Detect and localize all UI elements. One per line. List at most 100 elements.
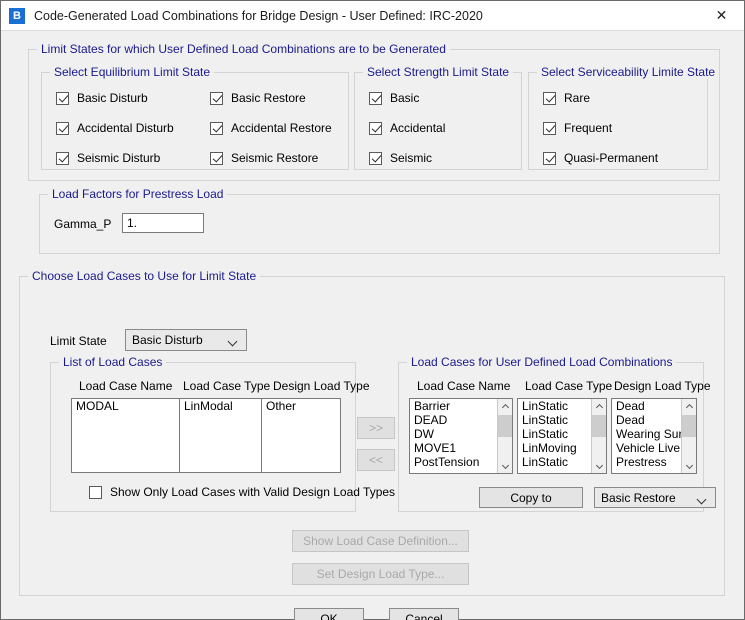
checkbox-accidental-disturb-box[interactable] xyxy=(56,122,69,135)
checkbox-show-only-valid[interactable]: Show Only Load Cases with Valid Design L… xyxy=(89,485,395,499)
scrollbar-thumb[interactable] xyxy=(592,415,607,437)
scrollbar-design-load-type[interactable] xyxy=(681,399,696,473)
right-col-design-load-type[interactable]: Dead Dead Wearing Surfa Vehicle Live Pre… xyxy=(612,399,681,473)
list-item[interactable]: DW xyxy=(410,427,497,441)
checkbox-seismic-restore-label: Seismic Restore xyxy=(231,151,318,165)
close-icon[interactable]: ✕ xyxy=(699,1,744,30)
add-to-combination-button[interactable]: >> xyxy=(357,417,395,439)
list-item[interactable]: Dead xyxy=(612,399,681,413)
checkbox-strength-accidental-label: Accidental xyxy=(390,121,445,135)
scroll-up-icon[interactable] xyxy=(498,399,513,413)
left-header-load-case-name: Load Case Name xyxy=(79,379,172,393)
left-listbox[interactable]: MODAL LinModal Other xyxy=(71,398,341,473)
checkbox-seismic-disturb-box[interactable] xyxy=(56,152,69,165)
left-col-load-case-type[interactable]: LinModal xyxy=(180,399,262,472)
list-item[interactable]: LinStatic xyxy=(518,455,591,469)
choose-load-cases-group: Choose Load Cases to Use for Limit State… xyxy=(19,276,725,596)
scroll-down-icon[interactable] xyxy=(498,459,513,473)
list-item[interactable]: MODAL xyxy=(72,399,179,413)
cancel-button[interactable]: Cancel xyxy=(389,608,459,620)
list-item[interactable]: DEAD xyxy=(410,413,497,427)
checkbox-basic-restore-label: Basic Restore xyxy=(231,91,306,105)
checkbox-quasi-permanent-label: Quasi-Permanent xyxy=(564,151,658,165)
checkbox-rare-label: Rare xyxy=(564,91,590,105)
checkbox-rare-box[interactable] xyxy=(543,92,556,105)
copy-to-button[interactable]: Copy to xyxy=(479,487,583,508)
list-item[interactable]: Prestress xyxy=(612,455,681,469)
scrollbar-load-case-type[interactable] xyxy=(591,399,606,473)
show-load-case-definition-button[interactable]: Show Load Case Definition... xyxy=(292,530,469,552)
list-item[interactable]: Barrier xyxy=(410,399,497,413)
right-listbox-load-case-name[interactable]: Barrier DEAD DW MOVE1 PostTension xyxy=(409,398,513,474)
list-item[interactable]: Wearing Surfa xyxy=(612,427,681,441)
equilibrium-group: Select Equilibrium Limit State Basic Dis… xyxy=(41,72,349,170)
checkbox-frequent[interactable]: Frequent xyxy=(543,121,612,135)
checkbox-basic-restore[interactable]: Basic Restore xyxy=(210,91,306,105)
scroll-down-icon[interactable] xyxy=(592,459,607,473)
scroll-down-icon[interactable] xyxy=(682,459,697,473)
checkbox-basic-disturb-box[interactable] xyxy=(56,92,69,105)
gamma-p-label: Gamma_P xyxy=(54,217,111,231)
scrollbar-thumb[interactable] xyxy=(498,415,513,437)
checkbox-quasi-permanent[interactable]: Quasi-Permanent xyxy=(543,151,658,165)
list-item[interactable]: Vehicle Live xyxy=(612,441,681,455)
checkbox-accidental-disturb-label: Accidental Disturb xyxy=(77,121,174,135)
checkbox-seismic-disturb[interactable]: Seismic Disturb xyxy=(56,151,160,165)
right-header-load-case-name: Load Case Name xyxy=(417,379,510,393)
checkbox-accidental-restore-box[interactable] xyxy=(210,122,223,135)
gamma-p-field[interactable] xyxy=(122,213,204,233)
right-col-load-case-type[interactable]: LinStatic LinStatic LinStatic LinMoving … xyxy=(518,399,591,473)
set-design-load-type-button[interactable]: Set Design Load Type... xyxy=(292,563,469,585)
ok-button[interactable]: OK xyxy=(294,608,364,620)
serviceability-group-legend: Select Serviceability Limite State xyxy=(537,65,719,79)
checkbox-strength-basic[interactable]: Basic xyxy=(369,91,419,105)
chevron-down-icon xyxy=(698,496,707,501)
checkbox-strength-seismic-box[interactable] xyxy=(369,152,382,165)
list-item[interactable]: MOVE1 xyxy=(410,441,497,455)
left-header-load-case-type: Load Case Type xyxy=(183,379,270,393)
checkbox-frequent-box[interactable] xyxy=(543,122,556,135)
list-item[interactable]: Dead xyxy=(612,413,681,427)
list-item[interactable]: LinMoving xyxy=(518,441,591,455)
checkbox-show-only-valid-label: Show Only Load Cases with Valid Design L… xyxy=(110,485,395,499)
list-item[interactable]: PostTension xyxy=(410,455,497,469)
list-of-load-cases-group: List of Load Cases Load Case Name Load C… xyxy=(50,362,356,512)
checkbox-show-only-valid-box[interactable] xyxy=(89,486,102,499)
remove-from-combination-button[interactable]: << xyxy=(357,449,395,471)
right-listbox-load-case-type[interactable]: LinStatic LinStatic LinStatic LinMoving … xyxy=(517,398,607,474)
list-item[interactable]: LinStatic xyxy=(518,427,591,441)
list-item[interactable]: LinStatic xyxy=(518,413,591,427)
list-item[interactable]: LinStatic xyxy=(518,399,591,413)
left-col-design-load-type[interactable]: Other xyxy=(262,399,341,472)
left-col-load-case-name[interactable]: MODAL xyxy=(72,399,180,472)
list-of-load-cases-legend: List of Load Cases xyxy=(59,355,166,369)
right-listbox-design-load-type[interactable]: Dead Dead Wearing Surfa Vehicle Live Pre… xyxy=(611,398,697,474)
checkbox-rare[interactable]: Rare xyxy=(543,91,590,105)
copy-to-dropdown[interactable]: Basic Restore xyxy=(594,487,716,508)
checkbox-seismic-restore-box[interactable] xyxy=(210,152,223,165)
checkbox-strength-basic-label: Basic xyxy=(390,91,419,105)
scroll-up-icon[interactable] xyxy=(592,399,607,413)
limit-state-dropdown-value: Basic Disturb xyxy=(132,333,203,347)
checkbox-strength-seismic[interactable]: Seismic xyxy=(369,151,432,165)
checkbox-strength-seismic-label: Seismic xyxy=(390,151,432,165)
checkbox-basic-restore-box[interactable] xyxy=(210,92,223,105)
checkbox-basic-disturb[interactable]: Basic Disturb xyxy=(56,91,148,105)
scrollbar-thumb[interactable] xyxy=(682,415,697,437)
choose-load-cases-legend: Choose Load Cases to Use for Limit State xyxy=(28,269,260,283)
checkbox-accidental-disturb[interactable]: Accidental Disturb xyxy=(56,121,174,135)
checkbox-strength-accidental[interactable]: Accidental xyxy=(369,121,445,135)
right-col-load-case-name[interactable]: Barrier DEAD DW MOVE1 PostTension xyxy=(410,399,497,473)
checkbox-seismic-restore[interactable]: Seismic Restore xyxy=(210,151,318,165)
right-header-design-load-type: Design Load Type xyxy=(614,379,711,393)
checkbox-strength-accidental-box[interactable] xyxy=(369,122,382,135)
checkbox-quasi-permanent-box[interactable] xyxy=(543,152,556,165)
dialog-window: B Code-Generated Load Combinations for B… xyxy=(0,0,745,620)
limit-state-dropdown[interactable]: Basic Disturb xyxy=(125,329,247,351)
checkbox-strength-basic-box[interactable] xyxy=(369,92,382,105)
list-item[interactable]: Other xyxy=(262,399,341,413)
scroll-up-icon[interactable] xyxy=(682,399,697,413)
checkbox-accidental-restore[interactable]: Accidental Restore xyxy=(210,121,332,135)
scrollbar-load-case-name[interactable] xyxy=(497,399,512,473)
list-item[interactable]: LinModal xyxy=(180,399,261,413)
